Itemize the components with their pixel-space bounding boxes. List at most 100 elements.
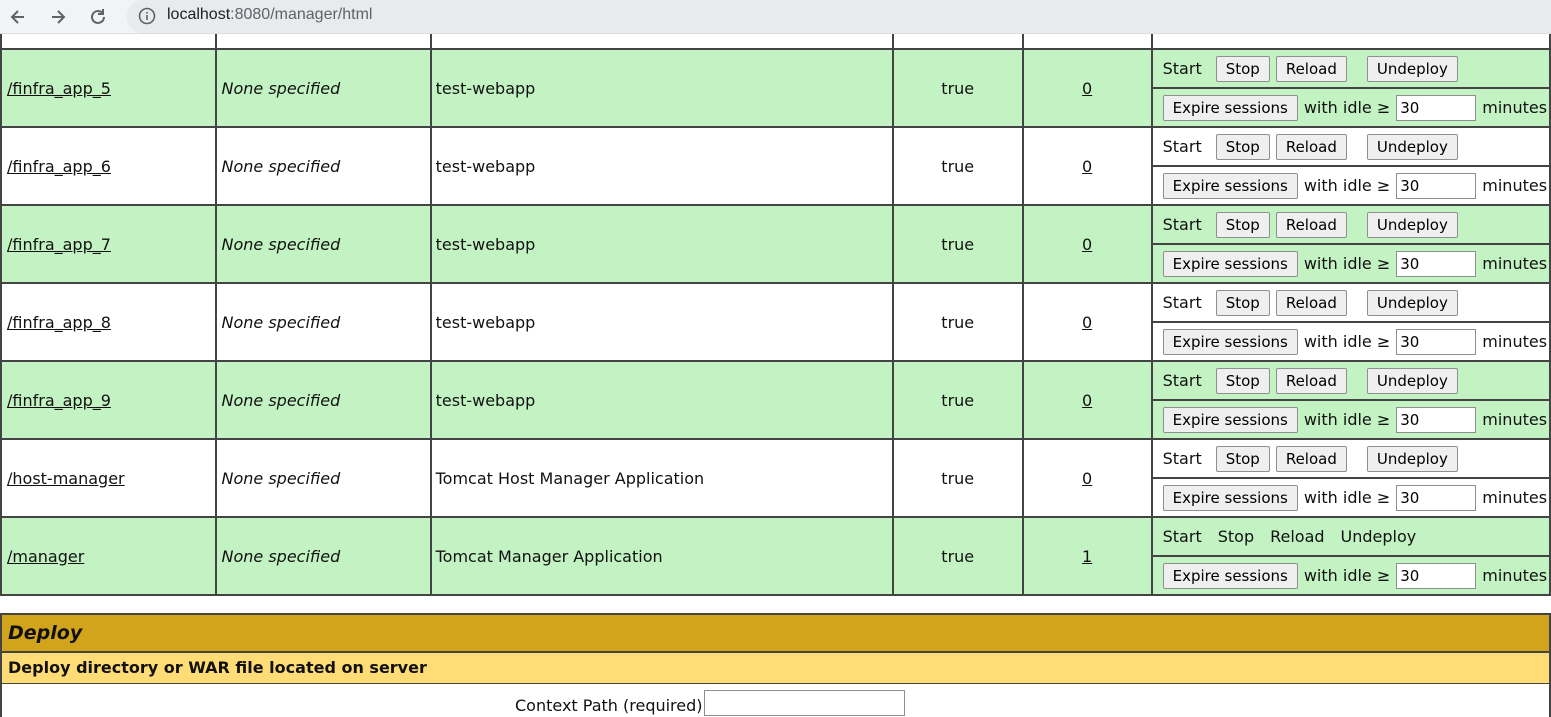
- sessions-link[interactable]: 0: [1082, 157, 1092, 176]
- path-cell: /finfra_app_5: [0, 48, 217, 128]
- sessions-link[interactable]: 1: [1082, 547, 1092, 566]
- reload-button[interactable]: Reload: [1275, 289, 1347, 316]
- display-name-cell: test-webapp: [429, 282, 894, 362]
- commands-cell: Start Stop Reload Undeploy Expire sessions wi…: [1150, 48, 1551, 128]
- idle-minutes-input[interactable]: [1396, 406, 1477, 433]
- commands-top: Start Stop Reload Undeploy: [1152, 50, 1549, 89]
- running-cell: true: [891, 438, 1024, 518]
- sessions-cell: 0: [1021, 282, 1153, 362]
- minutes-label: minutes: [1482, 488, 1548, 507]
- version-cell: None specified: [214, 282, 432, 362]
- sessions-link[interactable]: 0: [1082, 313, 1092, 332]
- display-name-cell: test-webapp: [429, 204, 894, 284]
- browser-toolbar: localhost:8080/manager/html: [0, 0, 1551, 34]
- table-row: /host-manager None specified Tomcat Host M…: [0, 438, 1551, 518]
- expire-sessions-button[interactable]: Expire sessions: [1162, 562, 1298, 589]
- version-cell: None specified: [214, 516, 432, 596]
- undeploy-button[interactable]: Undeploy: [1366, 211, 1458, 238]
- start-label: Start: [1162, 137, 1202, 156]
- table-row: /finfra_app_5 None specified test-webapp tr…: [0, 48, 1551, 128]
- stop-button[interactable]: Stop: [1215, 445, 1270, 472]
- app-path-link[interactable]: /finfra_app_7: [7, 235, 111, 254]
- stop-button[interactable]: Stop: [1215, 367, 1270, 394]
- expire-sessions-button[interactable]: Expire sessions: [1162, 328, 1298, 355]
- app-path-link[interactable]: /finfra_app_8: [7, 313, 111, 332]
- idle-minutes-input[interactable]: [1396, 172, 1477, 199]
- expire-sessions-button[interactable]: Expire sessions: [1162, 172, 1298, 199]
- commands-bottom: Expire sessions with idle ≥ minutes: [1153, 557, 1549, 594]
- path-cell: /finfra_app_6: [0, 126, 217, 206]
- context-path-input[interactable]: [704, 690, 905, 716]
- undeploy-button[interactable]: Undeploy: [1366, 445, 1458, 472]
- sessions-link[interactable]: 0: [1082, 391, 1092, 410]
- reload-button[interactable]: Reload: [1275, 445, 1347, 472]
- reload-button[interactable]: Reload: [1275, 133, 1347, 160]
- stop-button[interactable]: Stop: [1215, 133, 1270, 160]
- idle-minutes-input[interactable]: [1396, 484, 1477, 511]
- commands-top: Start Stop Reload Undeploy: [1152, 206, 1549, 245]
- stop-label: Stop: [1217, 527, 1255, 546]
- commands-cell: Start Stop Reload Undeploy Expire sessions wi…: [1150, 438, 1551, 518]
- path-cell: /host-manager: [0, 438, 217, 518]
- running-cell: true: [891, 516, 1024, 596]
- app-path-link[interactable]: /finfra_app_9: [7, 391, 111, 410]
- idle-minutes-input[interactable]: [1396, 250, 1477, 277]
- undeploy-button[interactable]: Undeploy: [1366, 133, 1458, 160]
- idle-minutes-input[interactable]: [1396, 94, 1477, 121]
- stop-button[interactable]: Stop: [1215, 211, 1270, 238]
- with-idle-label: with idle ≥: [1303, 332, 1391, 351]
- minutes-label: minutes: [1482, 566, 1548, 585]
- app-path-link[interactable]: /manager: [7, 547, 84, 566]
- expire-sessions-button[interactable]: Expire sessions: [1162, 250, 1298, 277]
- stop-button[interactable]: Stop: [1215, 55, 1270, 82]
- reload-button[interactable]: Reload: [1275, 211, 1347, 238]
- commands-bottom: Expire sessions with idle ≥ minutes: [1153, 479, 1549, 516]
- refresh-icon: [91, 9, 105, 24]
- sessions-link[interactable]: 0: [1082, 469, 1092, 488]
- minutes-label: minutes: [1482, 410, 1548, 429]
- undeploy-button[interactable]: Undeploy: [1366, 367, 1458, 394]
- forward-button[interactable]: [45, 4, 71, 30]
- running-cell: true: [891, 48, 1024, 128]
- with-idle-label: with idle ≥: [1303, 488, 1391, 507]
- context-path-label: Context Path (required):: [515, 696, 708, 715]
- address-bar[interactable]: localhost:8080/manager/html: [127, 0, 1551, 33]
- table-row: /manager None specified Tomcat Manager App…: [0, 516, 1551, 596]
- version-cell: None specified: [214, 48, 432, 128]
- start-label: Start: [1162, 527, 1202, 546]
- expire-sessions-button[interactable]: Expire sessions: [1162, 94, 1298, 121]
- reload-button[interactable]: Reload: [1275, 367, 1347, 394]
- commands-cell: Start Stop Reload Undeploy Expire sessions wi…: [1150, 282, 1551, 362]
- sessions-link[interactable]: 0: [1082, 235, 1092, 254]
- with-idle-label: with idle ≥: [1303, 254, 1391, 273]
- start-label: Start: [1162, 59, 1202, 78]
- undeploy-button[interactable]: Undeploy: [1366, 289, 1458, 316]
- display-name-cell: test-webapp: [429, 48, 894, 128]
- sessions-cell: 0: [1021, 360, 1153, 440]
- stop-button[interactable]: Stop: [1215, 289, 1270, 316]
- commands-top: Start Stop Reload Undeploy: [1152, 362, 1549, 401]
- idle-minutes-input[interactable]: [1396, 562, 1477, 589]
- commands-cell: Start Stop Reload Undeploy Expire sessions wi…: [1150, 360, 1551, 440]
- app-path-link[interactable]: /finfra_app_6: [7, 157, 111, 176]
- idle-minutes-input[interactable]: [1396, 328, 1477, 355]
- url-host: localhost: [167, 6, 231, 23]
- reload-button[interactable]: [85, 4, 111, 30]
- display-name-cell: Tomcat Manager Application: [429, 516, 894, 596]
- undeploy-button[interactable]: Undeploy: [1366, 55, 1458, 82]
- app-path-link[interactable]: /finfra_app_5: [7, 79, 111, 98]
- manager-page: /finfra_app_5 None specified test-webapp tr…: [0, 34, 1551, 717]
- app-path-link[interactable]: /host-manager: [7, 469, 125, 488]
- minutes-label: minutes: [1482, 254, 1548, 273]
- commands-bottom: Expire sessions with idle ≥ minutes: [1153, 401, 1549, 438]
- expire-sessions-button[interactable]: Expire sessions: [1162, 484, 1298, 511]
- path-cell: /finfra_app_7: [0, 204, 217, 284]
- start-label: Start: [1162, 293, 1202, 312]
- deploy-section: Deploy Deploy directory or WAR file loca…: [0, 613, 1551, 717]
- back-button[interactable]: [5, 4, 31, 30]
- version-cell: None specified: [214, 360, 432, 440]
- expire-sessions-button[interactable]: Expire sessions: [1162, 406, 1298, 433]
- reload-button[interactable]: Reload: [1275, 55, 1347, 82]
- sessions-link[interactable]: 0: [1082, 79, 1092, 98]
- applications-table: /finfra_app_5 None specified test-webapp tr…: [0, 34, 1551, 596]
